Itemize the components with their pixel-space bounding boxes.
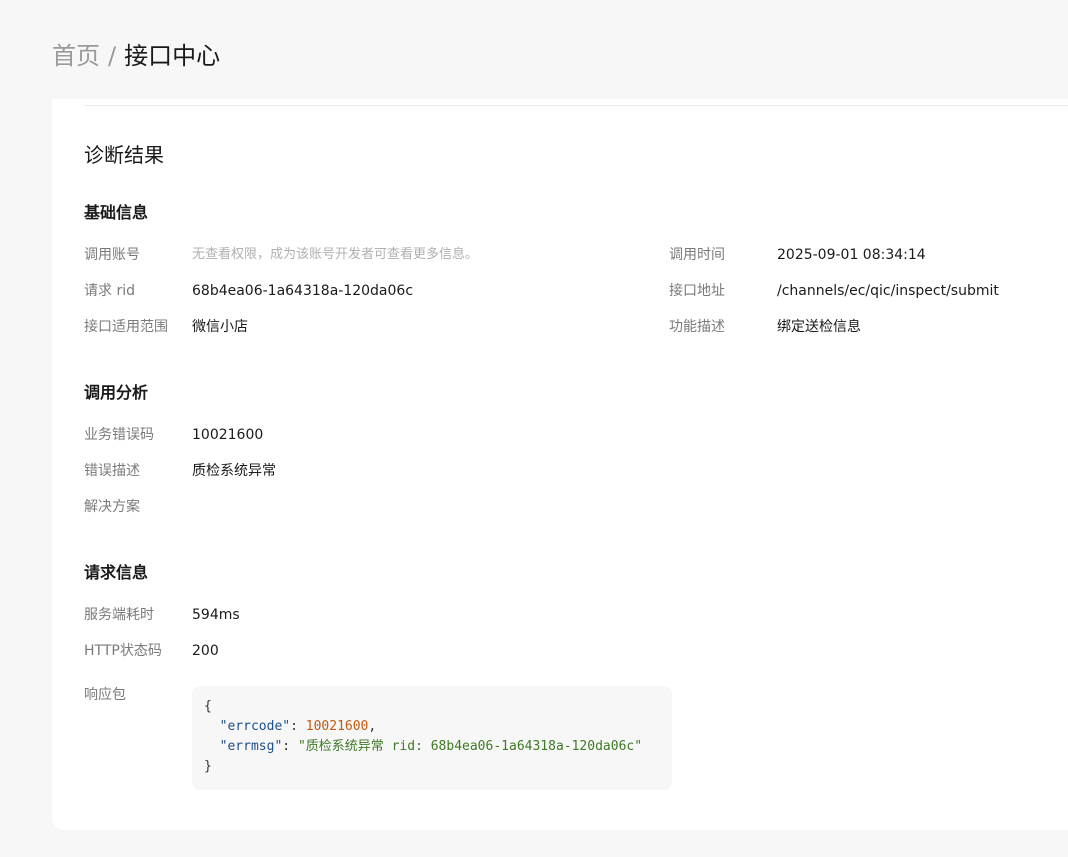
diagnosis-card: 诊断结果 基础信息 调用账号 无查看权限，成为该账号开发者可查看更多信息。 调用… [52, 99, 1068, 830]
code-line-errcode: "errcode": 10021600, [219, 719, 377, 734]
http-status-label: HTTP状态码 [84, 643, 162, 659]
breadcrumb-separator: / [108, 42, 117, 70]
rid-label: 请求 rid [84, 283, 135, 299]
scope-value: 微信小店 [192, 319, 248, 335]
breadcrumb-current: 接口中心 [124, 42, 221, 70]
latency-label: 服务端耗时 [84, 607, 154, 623]
response-code-block[interactable]: { "errcode": 10021600, "errmsg": "质检系统异常… [192, 686, 672, 790]
code-line-open: { [204, 697, 660, 717]
error-desc-row: 错误描述 质检系统异常 [84, 461, 276, 481]
function-desc-label: 功能描述 [669, 319, 725, 335]
errcode-row: 业务错误码 10021600 [84, 425, 263, 445]
errcode-value: 10021600 [192, 427, 264, 443]
api-path-value: /channels/ec/qic/inspect/submit [777, 283, 999, 299]
response-label: 响应包 [84, 687, 126, 703]
error-desc-label: 错误描述 [84, 463, 140, 479]
code-errmsg-key: "errmsg" [219, 739, 283, 754]
api-path-row: 接口地址 /channels/ec/qic/inspect/submit [669, 281, 999, 301]
call-time-label: 调用时间 [669, 247, 725, 263]
call-analysis-title: 调用分析 [84, 383, 149, 402]
latency-row: 服务端耗时 594ms [84, 605, 240, 625]
code-open-brace: { [204, 699, 212, 714]
basic-info-title: 基础信息 [84, 203, 149, 222]
account-label: 调用账号 [84, 247, 140, 263]
call-time-row: 调用时间 2025-09-01 08:34:14 [669, 245, 926, 265]
response-row: 响应包 [84, 685, 192, 705]
call-time-value: 2025-09-01 08:34:14 [777, 247, 926, 263]
account-value: 无查看权限，成为该账号开发者可查看更多信息。 [192, 247, 479, 262]
code-close-brace: } [204, 759, 212, 774]
error-desc-value: 质检系统异常 [192, 463, 276, 479]
api-path-label: 接口地址 [669, 283, 725, 299]
function-desc-row: 功能描述 绑定送检信息 [669, 317, 861, 337]
rid-row: 请求 rid 68b4ea06-1a64318a-120da06c [84, 281, 413, 301]
code-errcode-key: "errcode" [219, 719, 291, 734]
scope-label: 接口适用范围 [84, 319, 168, 335]
breadcrumb-home-link[interactable]: 首页 [52, 40, 100, 72]
card-divider [84, 105, 1068, 106]
page-title: 诊断结果 [84, 143, 164, 167]
errcode-label: 业务错误码 [84, 427, 154, 443]
code-line-errmsg: "errmsg": "质检系统异常 rid: 68b4ea06-1a64318a… [219, 739, 643, 754]
rid-value: 68b4ea06-1a64318a-120da06c [192, 283, 414, 299]
account-row: 调用账号 无查看权限，成为该账号开发者可查看更多信息。 [84, 245, 478, 265]
http-status-row: HTTP状态码 200 [84, 641, 219, 661]
http-status-value: 200 [192, 643, 219, 659]
code-line-close: } [204, 757, 660, 777]
latency-value: 594ms [192, 607, 240, 623]
code-errcode-value: 10021600 [305, 719, 369, 734]
code-errmsg-value: "质检系统异常 rid: 68b4ea06-1a64318a-120da06c" [297, 739, 643, 754]
solution-label: 解决方案 [84, 499, 140, 515]
function-desc-value: 绑定送检信息 [777, 319, 861, 335]
request-info-title: 请求信息 [84, 563, 149, 582]
solution-row: 解决方案 [84, 497, 192, 517]
scope-row: 接口适用范围 微信小店 [84, 317, 248, 337]
breadcrumb: 首页 / 接口中心 [52, 40, 220, 72]
